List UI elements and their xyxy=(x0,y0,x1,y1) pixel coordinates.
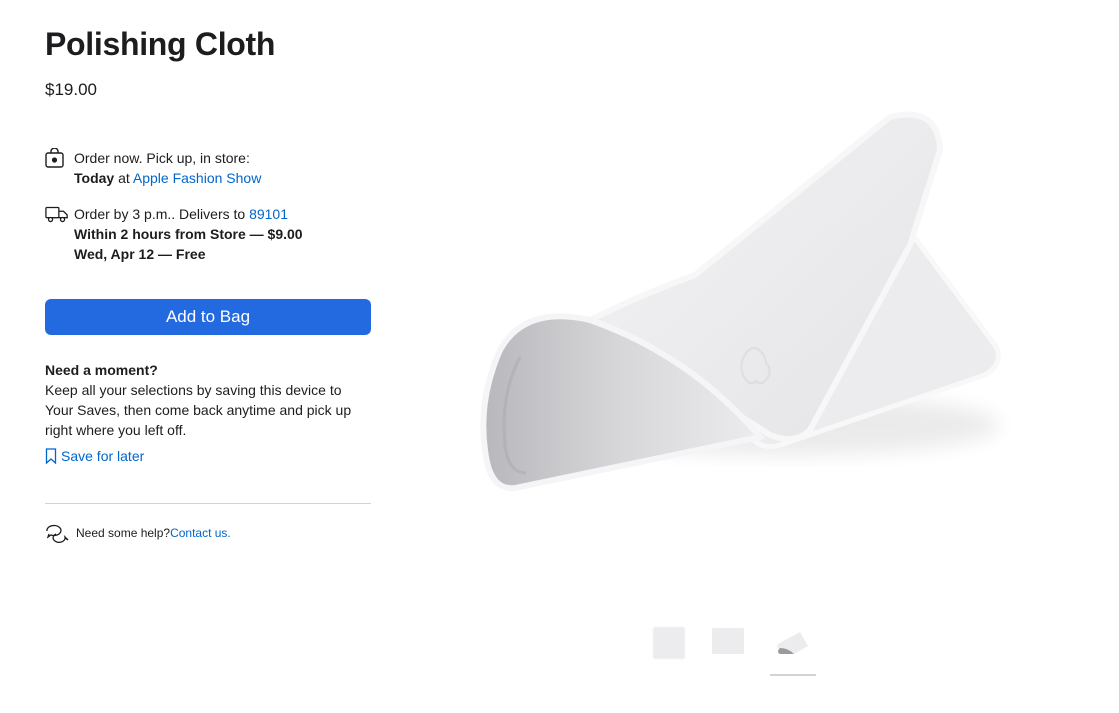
chat-bubbles-icon xyxy=(46,524,69,543)
save-for-later-link[interactable]: Save for later xyxy=(45,448,144,464)
help-text: Need some help? xyxy=(76,526,171,540)
thumbnail-1[interactable] xyxy=(652,626,686,660)
save-prompt: Need a moment? Keep all your selections … xyxy=(45,360,365,440)
delivery-truck-icon xyxy=(45,206,68,223)
save-prompt-heading: Need a moment? xyxy=(45,362,158,378)
bookmark-icon xyxy=(45,448,57,464)
product-image xyxy=(480,111,1001,492)
save-for-later-label: Save for later xyxy=(61,448,145,464)
thumbnail-2[interactable] xyxy=(711,627,745,655)
save-prompt-body: Keep all your selections by saving this … xyxy=(45,382,352,438)
thumbnail-selected-indicator xyxy=(770,674,816,676)
contact-us-link[interactable]: Contact us. xyxy=(170,526,231,540)
help-row: Need some help? Contact us. xyxy=(45,523,231,543)
add-to-bag-button[interactable]: Add to Bag xyxy=(45,299,371,335)
store-link[interactable]: Apple Fashion Show xyxy=(133,170,261,186)
divider xyxy=(45,503,371,504)
delivery-line: Order by 3 p.m.. Delivers to xyxy=(74,206,250,222)
pickup-at: at xyxy=(114,170,133,186)
shopping-bag-icon xyxy=(45,148,64,168)
zip-link[interactable]: 89101 xyxy=(249,206,288,222)
pickup-when: Today xyxy=(74,170,115,186)
product-price: $19.00 xyxy=(45,80,97,99)
product-title: Polishing Cloth xyxy=(45,26,276,62)
delivery-option-express: Within 2 hours from Store — $9.00 xyxy=(74,226,303,242)
thumbnail-3[interactable] xyxy=(774,630,812,658)
delivery-option-standard: Wed, Apr 12 — Free xyxy=(74,246,206,262)
pickup-line: Order now. Pick up, in store: xyxy=(74,150,250,166)
